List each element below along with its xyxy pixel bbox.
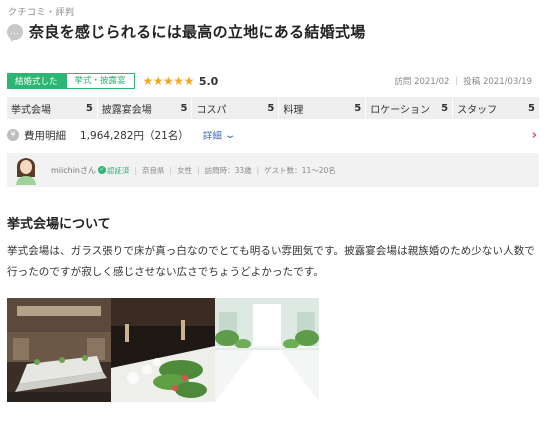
rating-label: ロケーション xyxy=(370,104,431,116)
check-icon: ✓ xyxy=(98,166,106,174)
category-ratings: 挙式会場 5 披露宴会場 5 コスパ 5 料理 5 ロケーション 5 スタッフ … xyxy=(7,97,539,119)
rating-cost-performance: コスパ 5 xyxy=(192,97,280,119)
photo-gallery xyxy=(7,298,319,402)
rating-value: 5 xyxy=(528,102,536,114)
review-title-row: … 奈良を感じられるには最高の立地にある結婚式場 xyxy=(7,21,366,42)
rating-location: ロケーション 5 xyxy=(366,97,454,119)
rating-ceremony-hall: 挙式会場 5 xyxy=(7,97,98,119)
yen-icon: ¥ xyxy=(7,129,19,141)
chevron-right-icon[interactable]: › xyxy=(532,128,539,143)
rating-value: 5 xyxy=(441,102,449,114)
reviewer-visit-age: 訪問時：33歳 xyxy=(204,165,252,175)
verified-label: 認証済 xyxy=(107,165,130,175)
verified-badge: ✓ 認証済 xyxy=(98,165,130,176)
reviewer-name[interactable]: miichinさん xyxy=(51,165,96,176)
rating-value: 5 xyxy=(85,102,93,114)
rating-value: 5 xyxy=(180,102,188,114)
cost-value: 1,964,282円（21名） xyxy=(80,129,189,142)
reviewer-gender: 女性 xyxy=(177,165,193,175)
reviewer-prefecture: 奈良県 xyxy=(142,165,165,175)
tag-ceremony-reception: 挙式・披露宴 xyxy=(65,73,135,89)
review-dates: 訪問 2021/02 ｜ 投稿 2021/03/19 xyxy=(394,77,532,87)
reviewer-info: miichinさん ✓ 認証済 | 奈良県 | 女性 | 訪問時：33歳 | ゲ… xyxy=(7,153,539,187)
speech-bubble-icon: … xyxy=(7,23,23,40)
rating-value: 5 xyxy=(354,102,362,114)
rating-value: 5 xyxy=(267,102,275,114)
star-rating-icon: ★★★★★ xyxy=(142,74,195,88)
cost-label: 費用明細 xyxy=(24,129,66,142)
table-setting-photo[interactable] xyxy=(111,298,215,402)
cost-row: ¥ 費用明細 1,964,282円（21名） 詳細 ⌄ › xyxy=(7,126,539,144)
tag-wedding-done: 結婚式した xyxy=(7,73,66,89)
rating-score: 5.0 xyxy=(198,74,219,88)
section-title: 挙式会場について xyxy=(7,217,111,232)
avatar[interactable] xyxy=(13,155,39,185)
rating-label: 披露宴会場 xyxy=(101,104,152,116)
review-title: 奈良を感じられるには最高の立地にある結婚式場 xyxy=(29,23,366,41)
rating-label: 料理 xyxy=(283,104,304,116)
rating-staff: スタッフ 5 xyxy=(453,97,539,119)
cost-detail-link[interactable]: 詳細 xyxy=(203,128,222,142)
review-body: 挙式会場は、ガラス張りで床が真っ白なのでとても明るい雰囲気です。披露宴会場は親族… xyxy=(7,245,535,278)
rating-label: 挙式会場 xyxy=(11,104,51,116)
reviewer-guest-count: ゲスト数：11〜20名 xyxy=(264,165,336,175)
chapel-photo[interactable] xyxy=(215,298,319,402)
chevron-down-icon[interactable]: ⌄ xyxy=(224,130,237,141)
rating-food: 料理 5 xyxy=(279,97,367,119)
breadcrumb[interactable]: クチコミ・評判 xyxy=(8,5,75,18)
rating-reception-hall: 披露宴会場 5 xyxy=(98,97,193,119)
rating-label: スタッフ xyxy=(457,104,498,116)
banquet-hall-photo[interactable] xyxy=(7,298,111,402)
review-meta-row: 結婚式した 挙式・披露宴 ★★★★★ 5.0 訪問 2021/02 ｜ 投稿 2… xyxy=(7,73,539,89)
rating-label: コスパ xyxy=(196,104,227,116)
